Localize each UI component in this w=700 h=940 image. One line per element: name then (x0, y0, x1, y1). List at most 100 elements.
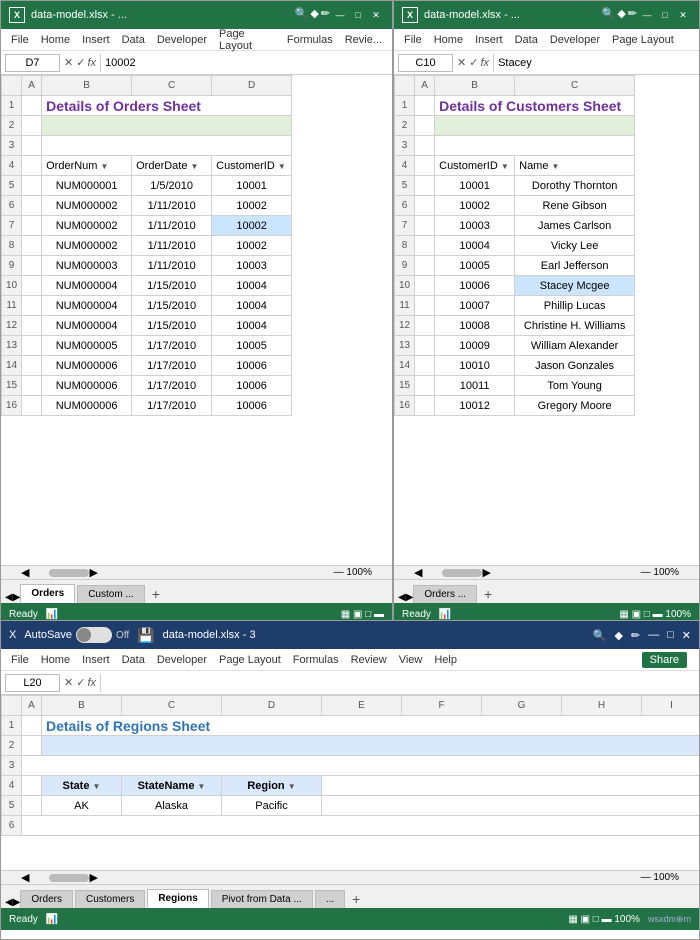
reg-cell-b5[interactable]: AK (42, 796, 122, 816)
cust-cell-b16[interactable]: 10012 (435, 396, 515, 416)
orders-formula-input[interactable] (100, 54, 388, 72)
col-header-custid[interactable]: CustomerID ▼ (435, 156, 515, 176)
scroll-left-cust[interactable]: ◀ (414, 566, 422, 579)
reg-cell-a2[interactable] (22, 736, 42, 756)
cust-cell-b12[interactable]: 10008 (435, 316, 515, 336)
reg-col-b[interactable]: B (42, 696, 122, 716)
cell-d5[interactable]: 10001 (212, 176, 292, 196)
filter-ordernum[interactable]: ▼ (101, 162, 109, 171)
tab-nav-right-regions[interactable]: ▶ (13, 897, 21, 908)
share-button[interactable]: Share (642, 652, 687, 668)
tab-nav-left-cust[interactable]: ◀ (398, 592, 406, 603)
cell-c9[interactable]: 1/11/2010 (132, 256, 212, 276)
cust-cell-a6[interactable] (415, 196, 435, 216)
cust-cell-a10[interactable] (415, 276, 435, 296)
pencil-icon-tl[interactable]: ✏ (321, 7, 330, 23)
search-icon-tl[interactable]: 🔍 (295, 7, 309, 23)
col-header-name[interactable]: Name ▼ (515, 156, 635, 176)
cell-b8[interactable]: NUM000002 (42, 236, 132, 256)
cell-a14[interactable] (22, 356, 42, 376)
filter-customerid[interactable]: ▼ (278, 162, 286, 171)
menu-insert-tl[interactable]: Insert (76, 32, 116, 48)
col-header-a[interactable]: A (22, 76, 42, 96)
save-icon[interactable]: 💾 (137, 627, 154, 644)
cust-cell-c14[interactable]: Jason Gonzales (515, 356, 635, 376)
cell-b7[interactable]: NUM000002 (42, 216, 132, 236)
menu-file-b[interactable]: File (5, 652, 35, 668)
scroll-right-cust[interactable]: ▶ (482, 566, 490, 579)
cust-cell-a5[interactable] (415, 176, 435, 196)
cell-d9[interactable]: 10003 (212, 256, 292, 276)
orders-scrollbar-h[interactable]: ◀ ▶ — 100% (1, 565, 392, 579)
cell-b16[interactable]: NUM000006 (42, 396, 132, 416)
cust-cell-a16[interactable] (415, 396, 435, 416)
cell-d12[interactable]: 10004 (212, 316, 292, 336)
autosave-switch[interactable] (76, 627, 112, 643)
cell-c16[interactable]: 1/17/2010 (132, 396, 212, 416)
cust-cell-c9[interactable]: Earl Jefferson (515, 256, 635, 276)
cust-cell-b13[interactable]: 10009 (435, 336, 515, 356)
col-header-region[interactable]: Region ▼ (222, 776, 322, 796)
cust-cell-b15[interactable]: 10011 (435, 376, 515, 396)
regions-formula-input[interactable] (100, 674, 695, 692)
cell-a15[interactable] (22, 376, 42, 396)
menu-formulas-b[interactable]: Formulas (287, 652, 345, 668)
cust-cell-a7[interactable] (415, 216, 435, 236)
comments-button[interactable]: Comments (566, 651, 637, 669)
cust-cell-b11[interactable]: 10007 (435, 296, 515, 316)
menu-home-tl[interactable]: Home (35, 32, 76, 48)
cell-a16[interactable] (22, 396, 42, 416)
reg-cell-d5[interactable]: Pacific (222, 796, 322, 816)
cell-a4[interactable] (22, 156, 42, 176)
filter-name[interactable]: ▼ (552, 162, 560, 171)
tab-more[interactable]: ... (315, 890, 345, 908)
cell-a10[interactable] (22, 276, 42, 296)
cust-cell-c8[interactable]: Vicky Lee (515, 236, 635, 256)
menu-help-b[interactable]: Help (428, 652, 463, 668)
orders-thumb[interactable] (49, 569, 89, 577)
tab-custom[interactable]: Custom ... (77, 585, 145, 603)
menu-file-tl[interactable]: File (5, 32, 35, 48)
customers-thumb[interactable] (442, 569, 482, 577)
cell-b11[interactable]: NUM000004 (42, 296, 132, 316)
menu-home-tr[interactable]: Home (428, 32, 469, 48)
tab-add-orders[interactable]: + (147, 585, 165, 603)
cust-cell-c10[interactable]: Stacey Mcgee (515, 276, 635, 296)
cell-d10[interactable]: 10004 (212, 276, 292, 296)
cell-a9[interactable] (22, 256, 42, 276)
cust-cell-a4[interactable] (415, 156, 435, 176)
reg-col-i[interactable]: I (642, 696, 700, 716)
maximize-btn-bottom[interactable]: □ (667, 629, 674, 641)
cell-c13[interactable]: 1/17/2010 (132, 336, 212, 356)
cust-col-c[interactable]: C (515, 76, 635, 96)
filter-orderdate[interactable]: ▼ (191, 162, 199, 171)
tab-nav-left-regions[interactable]: ◀ (5, 897, 13, 908)
filter-custid[interactable]: ▼ (501, 162, 509, 171)
menu-pagelayout-tr[interactable]: Page Layout (606, 32, 680, 48)
cell-d13[interactable]: 10005 (212, 336, 292, 356)
cell-c12[interactable]: 1/15/2010 (132, 316, 212, 336)
cust-cell-b6[interactable]: 10002 (435, 196, 515, 216)
cell-b14[interactable]: NUM000006 (42, 356, 132, 376)
customers-formula-input[interactable] (493, 54, 695, 72)
orders-cell-ref[interactable] (5, 54, 60, 72)
cell-a6[interactable] (22, 196, 42, 216)
cust-cell-b10[interactable]: 10006 (435, 276, 515, 296)
cell-c5[interactable]: 1/5/2010 (132, 176, 212, 196)
minimize-btn-tl[interactable]: — (332, 7, 348, 23)
cust-cell-b7[interactable]: 10003 (435, 216, 515, 236)
menu-data-tr[interactable]: Data (509, 32, 544, 48)
cell-c10[interactable]: 1/15/2010 (132, 276, 212, 296)
tab-regions[interactable]: Regions (147, 889, 208, 908)
menu-insert-tr[interactable]: Insert (469, 32, 509, 48)
reg-cell-a1[interactable] (22, 716, 42, 736)
cell-c7[interactable]: 1/11/2010 (132, 216, 212, 236)
regions-scrollbar-h[interactable]: ◀ ▶ — 100% (1, 870, 699, 884)
cell-a11[interactable] (22, 296, 42, 316)
tab-nav-right-orders[interactable]: ▶ (13, 592, 21, 603)
pencil-icon-tr[interactable]: ✏ (628, 7, 637, 23)
col-header-d[interactable]: D (212, 76, 292, 96)
search-icon-tr[interactable]: 🔍 (602, 7, 616, 23)
cell-a2[interactable] (22, 116, 42, 136)
col-header-ordernum[interactable]: OrderNum ▼ (42, 156, 132, 176)
